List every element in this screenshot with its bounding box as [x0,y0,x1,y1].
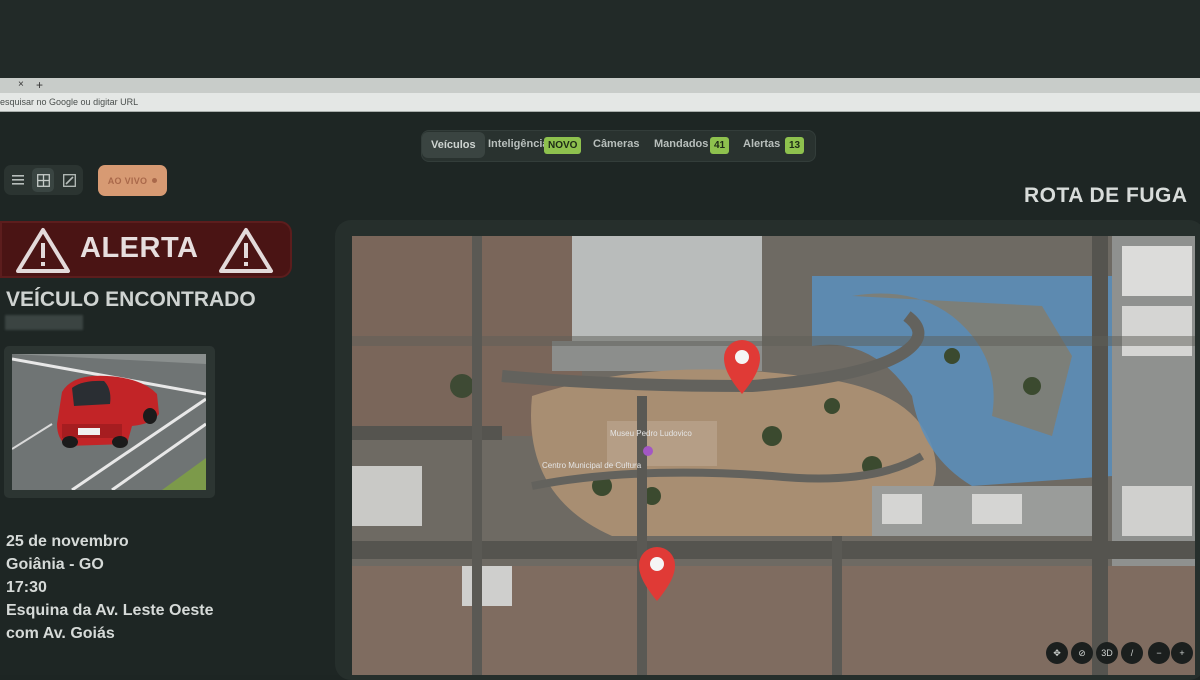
compass-icon: / [1130,648,1134,658]
grid-view-button[interactable] [32,168,54,192]
tab-mandados[interactable]: Mandados [654,138,708,150]
new-tab-button[interactable]: + [36,78,43,92]
pan-icon: ✥ [1053,647,1061,658]
3d-toggle-button[interactable]: 3D [1096,642,1118,664]
tab-inteligencia[interactable]: Inteligência [488,138,549,150]
detail-location-line2: com Av. Goiás [6,625,115,642]
badge-novo: NOVO [544,137,582,154]
screen-top-area [0,0,1200,78]
grid-icon [36,173,50,187]
live-button-label: AO VIVO [107,175,148,186]
edit-icon [62,173,76,187]
compass-off-icon: ⊘ [1078,647,1086,658]
browser-tab-strip [0,78,1200,93]
plus-icon: + [1179,648,1185,658]
warning-icon [219,228,273,273]
zoom-in-button[interactable]: + [1171,642,1193,664]
list-icon [12,175,24,185]
detail-location-line1: Esquina da Av. Leste Oeste [6,602,214,619]
alert-title: ALERTA [80,232,199,264]
reset-north-button[interactable]: ⊘ [1071,642,1093,664]
map-label-place1: Museu Pedro Ludovico [610,429,692,438]
live-dot-icon [152,178,158,183]
address-bar-placeholder: esquisar no Google ou digitar URL [0,97,139,107]
map-title: ROTA DE FUGA [1024,184,1188,207]
badge-alertas-count: 13 [785,137,805,154]
vehicle-photo-illustration [12,354,206,490]
pan-button[interactable]: ✥ [1046,642,1068,664]
detail-time: 17:30 [6,579,47,596]
satellite-map[interactable]: Museu Pedro Ludovico Centro Municipal de… [352,236,1195,675]
tab-cameras[interactable]: Câmeras [593,138,639,150]
compass-button[interactable]: / [1121,642,1143,664]
zoom-out-button[interactable]: − [1148,642,1170,664]
satellite-map-image: Museu Pedro Ludovico Centro Municipal de… [352,236,1195,675]
tab-veiculos[interactable]: Veículos [422,132,485,158]
detail-date: 25 de novembro [6,533,129,550]
vehicle-photo[interactable] [12,354,206,490]
place-marker-icon [643,446,653,456]
live-button[interactable]: AO VIVO [98,165,167,196]
3d-label: 3D [1101,648,1113,658]
badge-mandados-count: 41 [710,137,730,154]
vehicle-found-heading: VEÍCULO ENCONTRADO [6,288,256,311]
warning-icon [16,228,70,273]
tab-close-icon[interactable]: × [18,79,24,90]
minus-icon: − [1156,648,1162,658]
tab-alertas[interactable]: Alertas [743,138,780,150]
edit-button[interactable] [58,168,80,192]
address-bar[interactable] [0,93,1200,112]
detail-city: Goiânia - GO [6,556,104,573]
redacted-plate [5,315,83,330]
list-view-button[interactable] [7,168,29,192]
map-label-place2: Centro Municipal de Cultura [542,461,642,470]
